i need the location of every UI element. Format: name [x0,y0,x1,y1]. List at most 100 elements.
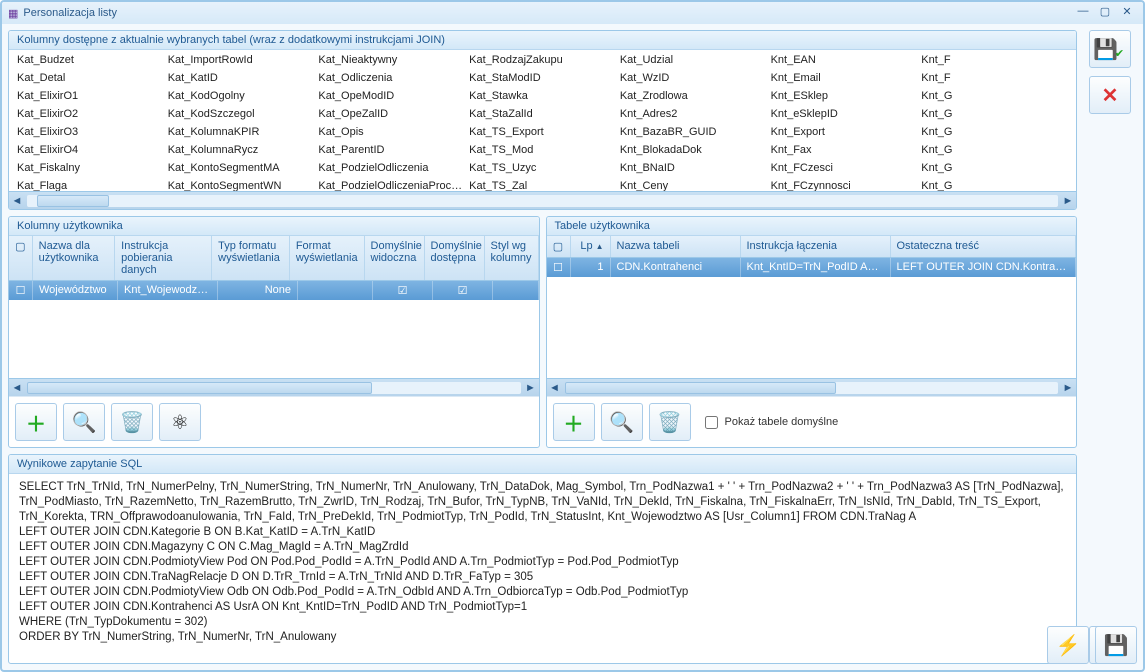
execute-button[interactable]: ⚡ [1047,626,1077,664]
available-column-item[interactable]: Kat_ImportRowId [166,54,317,72]
sql-text[interactable]: SELECT TrN_TrNId, TrN_NumerPelny, TrN_Nu… [9,474,1076,663]
available-column-item[interactable]: Knt_Export [769,126,920,144]
cancel-button[interactable]: ✕ [1089,76,1131,114]
add-table-button[interactable]: ＋ [553,403,595,441]
scroll-right-icon[interactable]: ► [1060,382,1076,394]
available-column-item[interactable]: Kat_Stawka [467,90,618,108]
table-lp-header[interactable]: Lp [571,236,611,257]
available-column-item[interactable]: Knt_FCzesci [769,162,920,180]
column-fmt-header[interactable]: Format wyświetlania [290,236,365,280]
scroll-track[interactable] [565,382,1059,394]
available-column-item[interactable]: Kat_Fiskalny [15,162,166,180]
available-column-item[interactable]: Kat_ElixirO3 [15,126,166,144]
user-tables-hscroll[interactable]: ◄ ► [547,378,1077,396]
delete-table-button[interactable]: 🗑️ [649,403,691,441]
scroll-left-icon[interactable]: ◄ [9,382,25,394]
available-column-item[interactable]: Kat_OpeZalID [316,108,467,126]
minimize-button[interactable]: — [1073,5,1093,21]
available-columns-grid[interactable]: Kat_BudzetKat_ImportRowIdKat_NieaktywnyK… [9,50,1076,191]
add-column-button[interactable]: ＋ [15,403,57,441]
available-column-item[interactable]: Knt_EAN [769,54,920,72]
available-column-item[interactable]: Knt_FCzynnosci [769,180,920,191]
scroll-track[interactable] [27,195,1058,207]
available-column-item[interactable]: Kat_KontoSegmentWN [166,180,317,191]
available-column-item[interactable]: Kat_Budzet [15,54,166,72]
available-column-item[interactable]: Kat_TS_Export [467,126,618,144]
close-button[interactable]: ✕ [1117,5,1137,21]
available-column-item[interactable]: Kat_WzID [618,72,769,90]
table-final-header[interactable]: Ostateczna treść [891,236,1077,257]
column-defavl-header[interactable]: Domyślnie dostępna [425,236,485,280]
available-column-item[interactable]: Knt_ESklep [769,90,920,108]
column-instr-header[interactable]: Instrukcja pobierania danych [115,236,212,280]
available-column-item[interactable]: Kat_TS_Zal [467,180,618,191]
available-column-item[interactable]: Kat_PodzielOdliczeniaProcent [316,180,467,191]
column-name-header[interactable]: Nazwa dla użytkownika [33,236,116,280]
available-column-item[interactable]: Kat_StaModID [467,72,618,90]
table-checkbox-header[interactable]: ▢ [547,236,571,257]
row-checkbox[interactable]: ☐ [547,258,571,277]
delete-column-button[interactable]: 🗑️ [111,403,153,441]
scroll-thumb[interactable] [565,382,836,394]
available-column-item[interactable]: Kat_ElixirO4 [15,144,166,162]
available-column-item[interactable]: Kat_Nieaktywny [316,54,467,72]
available-column-item[interactable]: Knt_BazaBR_GUID [618,126,769,144]
available-column-item[interactable]: Kat_KolumnaRycz [166,144,317,162]
available-column-item[interactable]: Kat_KodOgolny [166,90,317,108]
user-column-row[interactable]: ☐ Województwo Knt_Wojewodztwo None ☑ ☑ [9,281,539,300]
available-column-item[interactable]: Kat_Odliczenia [316,72,467,90]
show-default-tables-checkbox[interactable]: Pokaż tabele domyślne [701,413,839,432]
test-column-button[interactable]: ⚛ [159,403,201,441]
available-column-item[interactable]: Knt_G [919,144,1070,162]
available-column-item[interactable]: Kat_ElixirO1 [15,90,166,108]
available-column-item[interactable]: Kat_KontoSegmentMA [166,162,317,180]
row-checkbox[interactable]: ☐ [9,281,33,300]
column-checkbox-header[interactable]: ▢ [9,236,33,280]
available-column-item[interactable]: Kat_StaZalId [467,108,618,126]
scroll-track[interactable] [27,382,521,394]
table-join-header[interactable]: Instrukcja łączenia [741,236,891,257]
available-column-item[interactable]: Knt_Ceny [618,180,769,191]
available-column-item[interactable]: Kat_PodzielOdliczenia [316,162,467,180]
available-hscroll[interactable]: ◄ ► [9,191,1076,209]
available-column-item[interactable]: Kat_OpeModID [316,90,467,108]
user-columns-hscroll[interactable]: ◄ ► [9,378,539,396]
scroll-thumb[interactable] [27,382,372,394]
available-column-item[interactable]: Kat_KatID [166,72,317,90]
available-column-item[interactable]: Knt_Email [769,72,920,90]
available-column-item[interactable]: Kat_Zrodlowa [618,90,769,108]
user-table-row[interactable]: ☐ 1 CDN.Kontrahenci Knt_KntID=TrN_PodID … [547,258,1077,277]
scroll-thumb[interactable] [37,195,109,207]
table-name-header[interactable]: Nazwa tabeli [611,236,741,257]
available-column-item[interactable]: Kat_Detal [15,72,166,90]
available-column-item[interactable]: Kat_TS_Mod [467,144,618,162]
available-column-item[interactable]: Knt_G [919,90,1070,108]
available-column-item[interactable]: Knt_BNaID [618,162,769,180]
search-table-button[interactable]: 🔍 [601,403,643,441]
available-column-item[interactable]: Knt_BlokadaDok [618,144,769,162]
available-column-item[interactable]: Kat_RodzajZakupu [467,54,618,72]
show-default-tables-input[interactable] [705,416,718,429]
available-column-item[interactable]: Kat_KodSzczegol [166,108,317,126]
available-column-item[interactable]: Kat_KolumnaKPIR [166,126,317,144]
available-column-item[interactable]: Kat_Flaga [15,180,166,191]
scroll-left-icon[interactable]: ◄ [9,195,25,207]
available-column-item[interactable]: Kat_ElixirO2 [15,108,166,126]
available-column-item[interactable]: Knt_G [919,108,1070,126]
available-column-item[interactable]: Knt_G [919,180,1070,191]
available-column-item[interactable]: Knt_Adres2 [618,108,769,126]
available-column-item[interactable]: Kat_Opis [316,126,467,144]
save-button[interactable]: 💾✔ [1089,30,1131,68]
available-column-item[interactable]: Knt_G [919,162,1070,180]
column-defvis-header[interactable]: Domyślnie widoczna [365,236,425,280]
row-defavl[interactable]: ☑ [433,281,493,300]
scroll-right-icon[interactable]: ► [523,382,539,394]
available-column-item[interactable]: Knt_F [919,72,1070,90]
column-style-header[interactable]: Styl wg kolumny [485,236,539,280]
scroll-right-icon[interactable]: ► [1060,195,1076,207]
maximize-button[interactable]: ▢ [1095,5,1115,21]
column-fmttype-header[interactable]: Typ formatu wyświetlania [212,236,290,280]
available-column-item[interactable]: Knt_eSklepID [769,108,920,126]
available-column-item[interactable]: Knt_F [919,54,1070,72]
search-column-button[interactable]: 🔍 [63,403,105,441]
